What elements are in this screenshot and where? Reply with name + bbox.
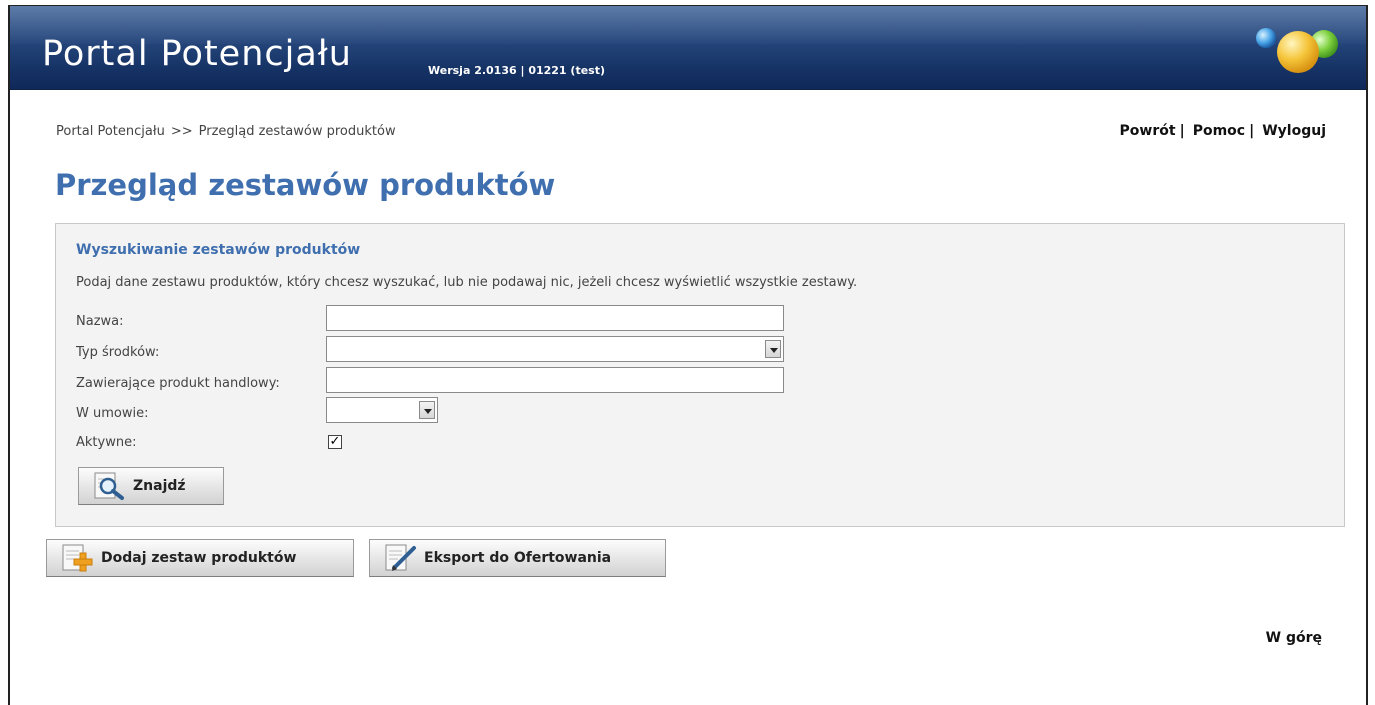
- app-title: Portal Potencjału: [42, 34, 352, 74]
- export-offering-button[interactable]: Eksport do Ofertowania: [369, 539, 666, 577]
- active-checkbox[interactable]: ✓: [328, 435, 342, 449]
- export-offering-label: Eksport do Ofertowania: [424, 550, 612, 566]
- link-separator: |: [1179, 123, 1185, 139]
- breadcrumb: Portal Potencjału >> Przegląd zestawów pro…: [56, 124, 396, 139]
- contract-label: W umowie:: [76, 406, 149, 421]
- search-panel-description: Podaj dane zestawu produktów, który chce…: [76, 275, 858, 290]
- go-to-top-link[interactable]: W górę: [1266, 630, 1322, 646]
- add-product-set-label: Dodaj zestaw produktów: [101, 550, 297, 566]
- product-input[interactable]: [326, 367, 784, 393]
- link-separator: |: [1249, 123, 1255, 139]
- breadcrumb-home[interactable]: Portal Potencjału: [56, 124, 165, 139]
- name-input[interactable]: [326, 305, 784, 331]
- fund-type-label: Typ środków:: [76, 345, 160, 360]
- back-link[interactable]: Powrót: [1120, 123, 1176, 139]
- document-add-icon: [62, 544, 93, 572]
- top-links: Powrót | Pomoc | Wyloguj: [1120, 123, 1326, 139]
- page-frame: Portal Potencjału Wersja 2.0136 | 01221 …: [8, 5, 1368, 705]
- name-label: Nazwa:: [76, 314, 124, 329]
- find-button-label: Znajdź: [133, 478, 186, 494]
- help-link[interactable]: Pomoc: [1193, 123, 1245, 139]
- chevron-down-icon[interactable]: [419, 401, 435, 419]
- search-panel-title: Wyszukiwanie zestawów produktów: [76, 242, 361, 258]
- breadcrumb-separator: >>: [170, 124, 193, 139]
- product-label: Zawierające produkt handlowy:: [76, 376, 280, 391]
- app-header: Portal Potencjału Wersja 2.0136 | 01221 …: [10, 6, 1366, 90]
- fund-type-select[interactable]: [326, 336, 784, 362]
- breadcrumb-current: Przegląd zestawów produktów: [198, 124, 396, 139]
- add-product-set-button[interactable]: Dodaj zestaw produktów: [46, 539, 354, 577]
- active-label: Aktywne:: [76, 435, 137, 450]
- contract-select[interactable]: [326, 397, 438, 423]
- logout-link[interactable]: Wyloguj: [1262, 123, 1326, 139]
- document-edit-icon: [385, 544, 416, 571]
- chevron-down-icon[interactable]: [765, 340, 781, 358]
- search-panel: Wyszukiwanie zestawów produktów Podaj da…: [55, 223, 1345, 527]
- page-title: Przegląd zestawów produktów: [55, 168, 556, 202]
- magnifier-icon: [94, 472, 124, 500]
- find-button[interactable]: Znajdź: [78, 467, 224, 505]
- app-version: Wersja 2.0136 | 01221 (test): [428, 64, 605, 77]
- colored-balls-logo-icon: [1256, 28, 1338, 73]
